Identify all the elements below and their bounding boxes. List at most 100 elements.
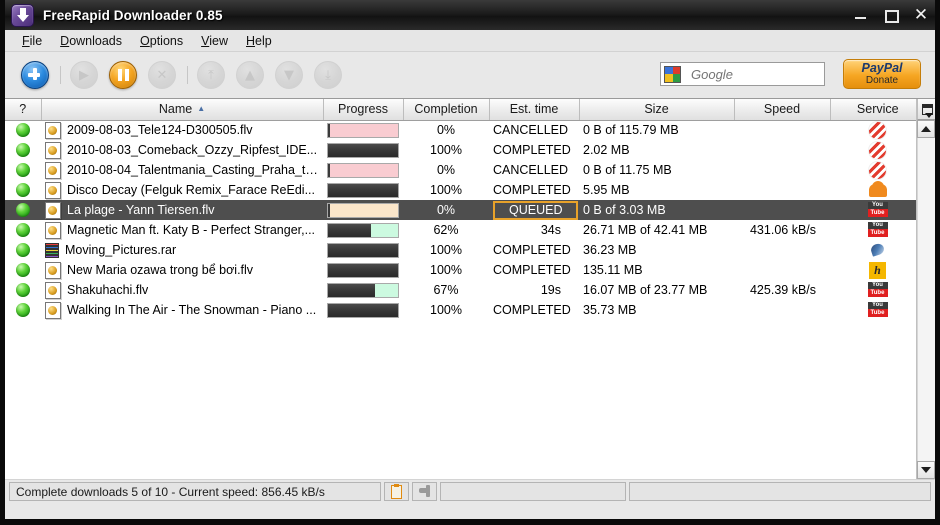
row-file-name: 2010-08-04_Talentmania_Casting_Praha_tn.… xyxy=(67,163,319,177)
table-row[interactable]: Walking In The Air - The Snowman - Piano… xyxy=(5,300,916,320)
minimize-button[interactable] xyxy=(853,7,869,23)
paypal-donate-button[interactable]: PayPal Donate xyxy=(843,59,921,89)
column-header-size[interactable]: Size xyxy=(579,99,735,121)
paypal-label: PayPal xyxy=(861,61,903,75)
pause-download-button[interactable] xyxy=(109,61,137,89)
table-row[interactable]: 2010-08-04_Talentmania_Casting_Praha_tn.… xyxy=(5,160,916,180)
menu-file[interactable]: File xyxy=(13,32,51,50)
green-status-ball-icon xyxy=(16,203,30,217)
menu-options[interactable]: Options xyxy=(131,32,192,50)
move-to-top-button[interactable]: ⤒ xyxy=(197,61,225,89)
status-message-panel: Complete downloads 5 of 10 - Current spe… xyxy=(9,482,381,501)
chevron-down-icon xyxy=(921,467,931,473)
row-completion-cell: 0% xyxy=(403,200,489,220)
row-est-time-cell: 34s xyxy=(489,220,579,240)
row-file-name: Magnetic Man ft. Katy B - Perfect Strang… xyxy=(67,223,316,237)
menu-view[interactable]: View xyxy=(192,32,237,50)
menu-downloads[interactable]: Downloads xyxy=(51,32,131,50)
column-settings-button[interactable] xyxy=(917,99,935,120)
menu-help[interactable]: Help xyxy=(237,32,281,50)
row-service-cell: h xyxy=(830,260,916,280)
table-row[interactable]: 2009-08-03_Tele124-D300505.flv 0% CANCELLE… xyxy=(5,120,916,140)
table-header-row: ? Name ▲ Progress Completion Est. time Si… xyxy=(5,99,916,121)
row-progress-cell xyxy=(323,280,403,300)
progress-bar xyxy=(327,202,399,218)
column-header-name[interactable]: Name ▲ xyxy=(41,99,324,121)
table-row[interactable]: Disco Decay (Felguk Remix_Farace ReEdi..… xyxy=(5,180,916,200)
google-search-box[interactable] xyxy=(660,62,825,86)
progress-bar xyxy=(327,182,399,198)
row-est-time-cell: CANCELLED xyxy=(489,120,579,140)
scroll-up-button[interactable] xyxy=(917,120,935,138)
resume-download-button[interactable]: ▶ xyxy=(70,61,98,89)
row-size-cell: 5.95 MB xyxy=(579,180,734,200)
rapidshare-service-icon xyxy=(869,243,887,257)
search-input[interactable] xyxy=(689,65,823,83)
scrollbar-track[interactable] xyxy=(917,138,935,461)
menu-options-rest: ptions xyxy=(149,33,184,48)
row-est-time-cell: COMPLETED xyxy=(489,140,579,160)
row-name-cell: Shakuhachi.flv xyxy=(41,280,323,300)
move-to-bottom-button[interactable]: ⤓ xyxy=(314,61,342,89)
downloads-table-viewport: ? Name ▲ Progress Completion Est. time Si… xyxy=(5,99,916,479)
row-size-cell: 2.02 MB xyxy=(579,140,734,160)
move-bottom-icon: ⤓ xyxy=(325,67,331,83)
row-file-name: Moving_Pictures.rar xyxy=(65,243,177,257)
table-row[interactable]: La plage - Yann Tiersen.flv 0% QUEUED 0 B o… xyxy=(5,200,916,220)
row-completion-cell: 0% xyxy=(403,160,489,180)
row-size-cell: 0 B of 11.75 MB xyxy=(579,160,734,180)
move-up-button[interactable]: ▲ xyxy=(236,61,264,89)
table-row[interactable]: New Maria ozawa trong bể bơi.flv 100% COMP… xyxy=(5,260,916,280)
column-header-name-label: Name xyxy=(158,102,193,117)
column-settings-icon xyxy=(921,103,933,118)
column-header-est-time[interactable]: Est. time xyxy=(489,99,580,121)
row-size-cell: 0 B of 3.03 MB xyxy=(579,200,734,220)
table-row[interactable]: Magnetic Man ft. Katy B - Perfect Strang… xyxy=(5,220,916,240)
row-completion-cell: 62% xyxy=(403,220,489,240)
vertical-scrollbar[interactable] xyxy=(916,99,935,479)
title-bar: FreeRapid Downloader 0.85 ✕ xyxy=(5,0,935,30)
maximize-button[interactable] xyxy=(883,7,899,23)
flv-file-icon xyxy=(45,261,61,279)
move-down-button[interactable]: ▼ xyxy=(275,61,303,89)
striped-red-service-icon xyxy=(868,160,887,180)
close-button[interactable]: ✕ xyxy=(913,7,929,24)
row-status-cell xyxy=(5,140,41,160)
row-name-cell: Magnetic Man ft. Katy B - Perfect Strang… xyxy=(41,220,323,240)
row-completion-cell: 0% xyxy=(403,120,489,140)
row-name-cell: 2010-08-03_Comeback_Ozzy_Ripfest_IDE... xyxy=(41,140,323,160)
row-status-cell xyxy=(5,200,41,220)
main-toolbar: ▶ ✕ ⤒ ▲ ▼ ⤓ PayPal Donate xyxy=(5,52,935,98)
speed-limiter-button[interactable] xyxy=(412,482,437,501)
row-progress-cell xyxy=(323,180,403,200)
youtube-service-icon: You Tube xyxy=(867,202,888,218)
row-status-cell xyxy=(5,260,41,280)
progress-bar xyxy=(327,302,399,318)
add-new-download-button[interactable] xyxy=(21,61,49,89)
progress-bar xyxy=(327,142,399,158)
status-bar: Complete downloads 5 of 10 - Current spe… xyxy=(5,479,935,503)
scroll-down-button[interactable] xyxy=(917,461,935,479)
row-file-name: Shakuhachi.flv xyxy=(67,283,149,297)
row-size-cell: 35.73 MB xyxy=(579,300,734,320)
cancel-download-button[interactable]: ✕ xyxy=(148,61,176,89)
status-message: Complete downloads 5 of 10 - Current spe… xyxy=(16,484,325,499)
row-speed-cell xyxy=(734,140,830,160)
column-header-service[interactable]: Service xyxy=(830,99,916,121)
row-status-cell xyxy=(5,280,41,300)
table-row[interactable]: Moving_Pictures.rar 100% COMPLETED 36.23 MB xyxy=(5,240,916,260)
row-speed-cell xyxy=(734,240,830,260)
row-status-cell xyxy=(5,220,41,240)
column-header-flag[interactable]: ? xyxy=(5,99,42,121)
column-header-completion[interactable]: Completion xyxy=(403,99,490,121)
table-row[interactable]: Shakuhachi.flv 67% 19s 16.07 MB of 23.77 MB… xyxy=(5,280,916,300)
row-name-cell: New Maria ozawa trong bể bơi.flv xyxy=(41,260,323,280)
row-progress-cell xyxy=(323,160,403,180)
clipboard-monitor-button[interactable] xyxy=(384,482,409,501)
column-header-progress[interactable]: Progress xyxy=(323,99,404,121)
table-row[interactable]: 2010-08-03_Comeback_Ozzy_Ripfest_IDE... 1… xyxy=(5,140,916,160)
play-icon: ▶ xyxy=(79,67,89,83)
menu-downloads-rest: ownloads xyxy=(69,33,123,48)
row-speed-cell xyxy=(734,120,830,140)
column-header-speed[interactable]: Speed xyxy=(734,99,831,121)
